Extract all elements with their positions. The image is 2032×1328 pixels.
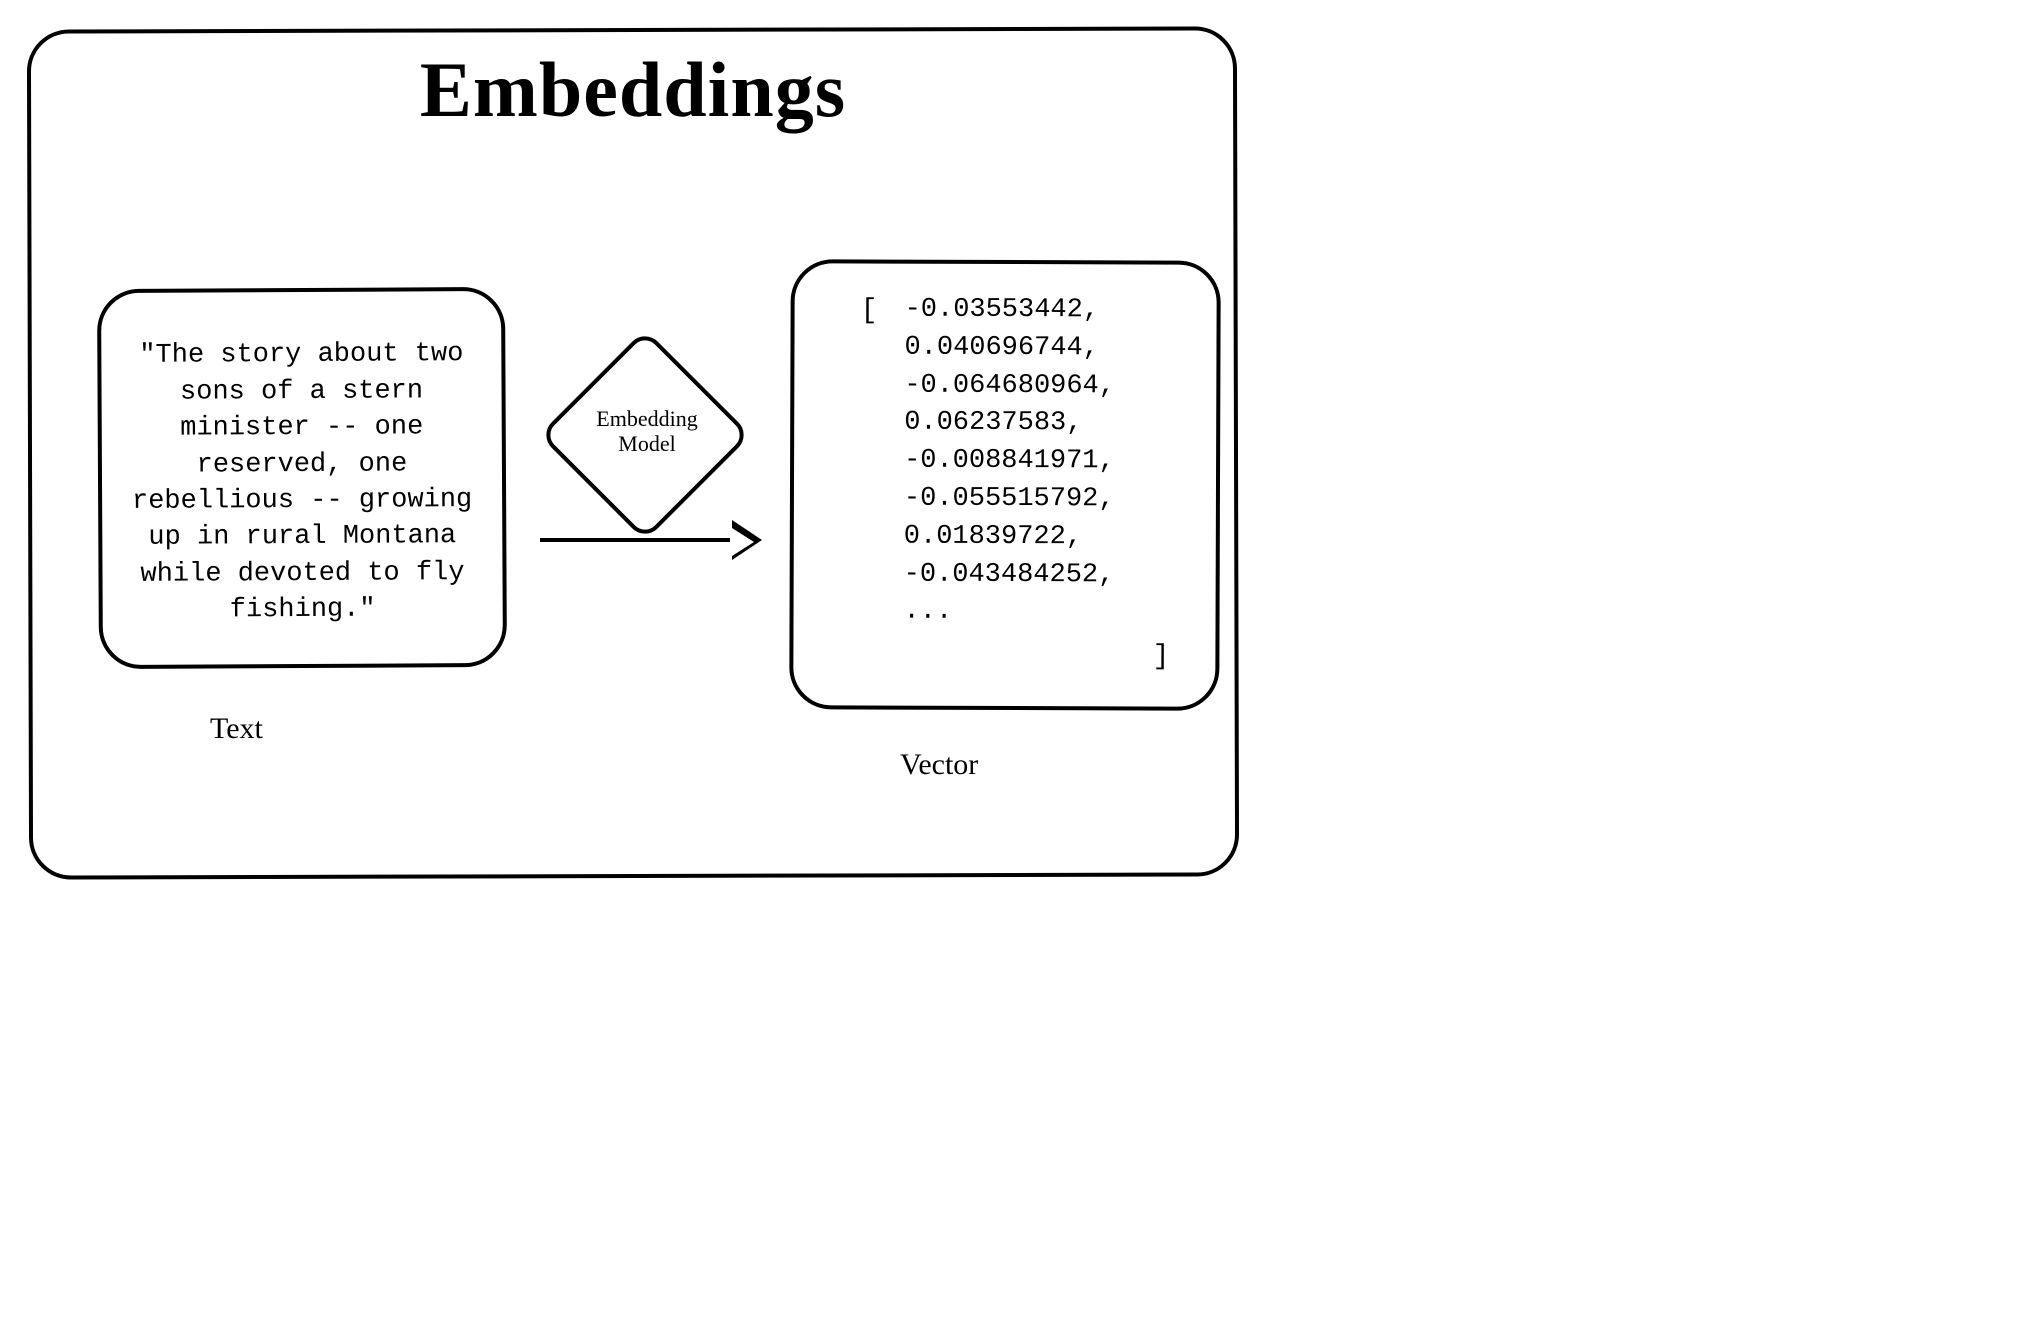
model-node-label-line1: Embedding [596,406,697,431]
arrow-line [540,538,730,542]
output-vector-label: Vector [900,748,978,782]
input-text-box: "The story about two sons of a stern min… [97,287,507,669]
model-node-label-line2: Model [618,431,675,456]
arrow-head-icon [732,520,762,560]
vector-values-list: -0.03553442, 0.040696744, -0.064680964, … [903,292,1176,633]
diagram-title: Embeddings [0,45,1266,135]
vector-close-bracket: ] [1153,637,1170,676]
model-node-label: Embedding Model [568,406,726,457]
vector-open-bracket: [ [861,291,878,330]
input-text-content: "The story about two sons of a stern min… [119,336,485,629]
arrow [540,510,760,570]
output-vector-box: [ -0.03553442, 0.040696744, -0.064680964… [789,259,1221,710]
diagram-stage: Embeddings "The story about two sons of … [0,0,2032,1328]
input-text-label: Text [210,712,263,746]
